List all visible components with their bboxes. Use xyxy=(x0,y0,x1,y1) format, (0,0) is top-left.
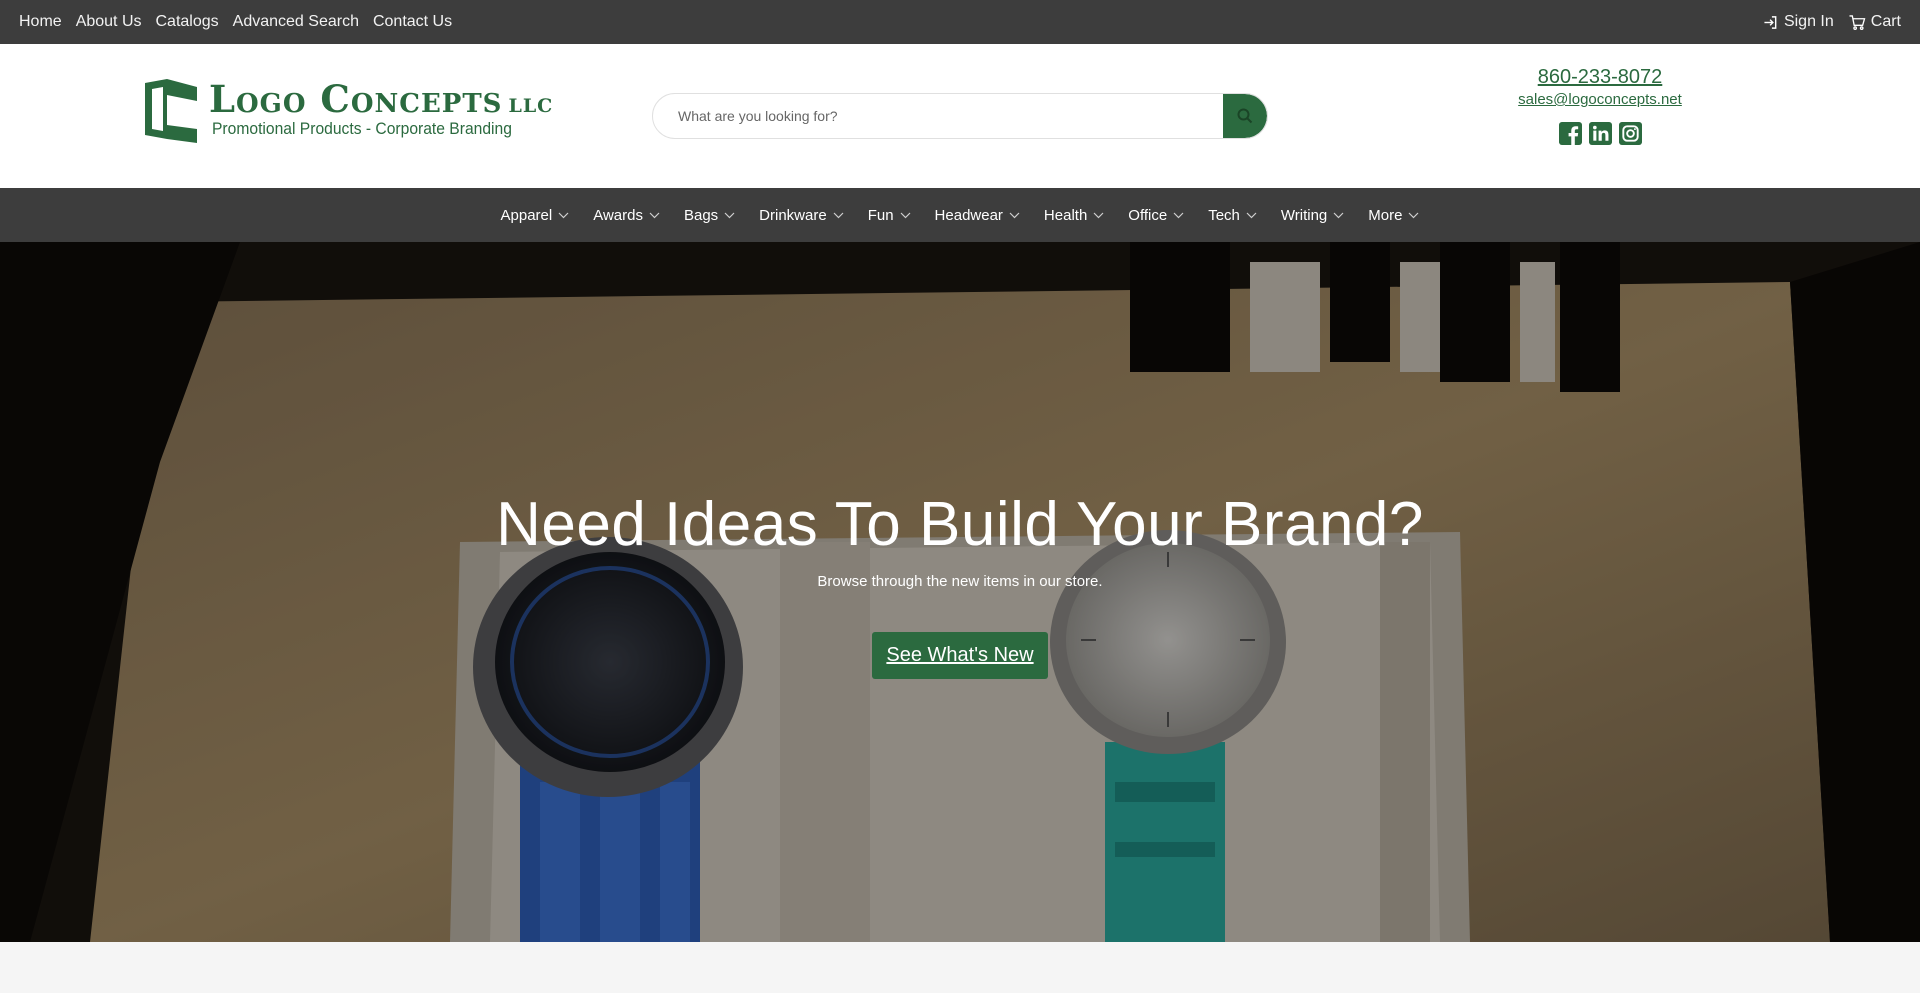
category-label: Tech xyxy=(1208,206,1240,224)
page-below-hero xyxy=(0,942,1920,993)
chevron-down-icon xyxy=(1409,212,1419,218)
logo-mark-icon xyxy=(145,79,197,143)
hero-title: Need Ideas To Build Your Brand? xyxy=(496,490,1424,559)
category-label: Fun xyxy=(867,206,894,224)
sign-in-link[interactable]: Sign In xyxy=(1763,13,1834,31)
category-label: Awards xyxy=(593,206,643,224)
category-label: Bags xyxy=(683,206,719,224)
search-bar xyxy=(652,93,1268,139)
chevron-down-icon xyxy=(1173,212,1184,218)
hero-banner: Need Ideas To Build Your Brand? Browse t… xyxy=(0,242,1920,942)
top-nav: Home About Us Catalogs Advanced Search C… xyxy=(19,13,452,31)
cart-label: Cart xyxy=(1870,13,1901,30)
chevron-down-icon xyxy=(1093,212,1104,218)
sign-in-icon xyxy=(1764,15,1777,29)
chevron-down-icon xyxy=(558,212,569,218)
hero-overlay xyxy=(0,242,1920,942)
nav-link-catalogs[interactable]: Catalogs xyxy=(156,13,219,31)
chevron-down-icon xyxy=(1333,212,1344,218)
category-writing[interactable]: Writing xyxy=(1269,207,1356,224)
search-input[interactable] xyxy=(653,94,1225,138)
logo-brand-name: Logo Concepts xyxy=(209,77,503,121)
category-label: Headwear xyxy=(934,206,1003,224)
linkedin-icon[interactable] xyxy=(1588,122,1612,145)
contact-info: 860-233-8072 sales@logoconcepts.net xyxy=(1450,62,1750,145)
category-fun[interactable]: Fun xyxy=(856,207,923,224)
logo-tagline: Promotional Products - Corporate Brandin… xyxy=(212,119,512,138)
category-awards[interactable]: Awards xyxy=(581,207,672,224)
see-whats-new-button[interactable]: See What's New xyxy=(872,632,1048,679)
phone-link[interactable]: 860-233-8072 xyxy=(1450,66,1750,89)
category-label: Health xyxy=(1043,206,1088,224)
category-bags[interactable]: Bags xyxy=(672,207,747,224)
category-label: Apparel xyxy=(500,206,553,224)
category-office[interactable]: Office xyxy=(1116,207,1196,224)
category-nav: Apparel Awards Bags Drinkware Fun Headwe… xyxy=(0,188,1920,242)
chevron-down-icon xyxy=(649,212,660,218)
category-label: Writing xyxy=(1280,206,1328,224)
email-link[interactable]: sales@logoconcepts.net xyxy=(1450,91,1750,108)
hero-subtitle: Browse through the new items in our stor… xyxy=(817,573,1103,590)
logo-brand-text: Logo Concepts LLC xyxy=(209,77,553,121)
category-label: Drinkware xyxy=(759,206,827,224)
chevron-down-icon xyxy=(1246,212,1257,218)
top-utility-bar: Home About Us Catalogs Advanced Search C… xyxy=(0,0,1920,44)
category-tech[interactable]: Tech xyxy=(1196,207,1269,224)
site-header: Logo Concepts LLC Promotional Products - … xyxy=(0,44,1920,188)
chevron-down-icon xyxy=(833,212,844,218)
search-button[interactable] xyxy=(1223,94,1267,138)
chevron-down-icon xyxy=(1009,212,1020,218)
category-label: More xyxy=(1368,206,1403,224)
account-links: Sign In Cart xyxy=(1763,13,1901,31)
category-more[interactable]: More xyxy=(1356,207,1431,224)
nav-link-advanced-search[interactable]: Advanced Search xyxy=(233,13,359,31)
logo-llc: LLC xyxy=(508,95,554,117)
cart-link[interactable]: Cart xyxy=(1848,13,1901,31)
nav-link-home[interactable]: Home xyxy=(19,13,62,31)
instagram-icon[interactable] xyxy=(1618,122,1642,145)
site-logo[interactable]: Logo Concepts LLC Promotional Products - … xyxy=(143,77,552,147)
chevron-down-icon xyxy=(724,212,735,218)
sign-in-label: Sign In xyxy=(1783,13,1834,30)
nav-link-about-us[interactable]: About Us xyxy=(76,13,142,31)
category-headwear[interactable]: Headwear xyxy=(923,207,1032,224)
category-drinkware[interactable]: Drinkware xyxy=(747,207,856,224)
social-links xyxy=(1450,122,1750,145)
chevron-down-icon xyxy=(900,212,910,218)
nav-link-contact-us[interactable]: Contact Us xyxy=(373,13,452,31)
category-apparel[interactable]: Apparel xyxy=(489,207,582,224)
search-icon xyxy=(1237,108,1253,124)
cart-icon xyxy=(1849,14,1866,30)
category-label: Office xyxy=(1128,206,1168,224)
facebook-icon[interactable] xyxy=(1558,122,1582,145)
category-health[interactable]: Health xyxy=(1032,207,1116,224)
